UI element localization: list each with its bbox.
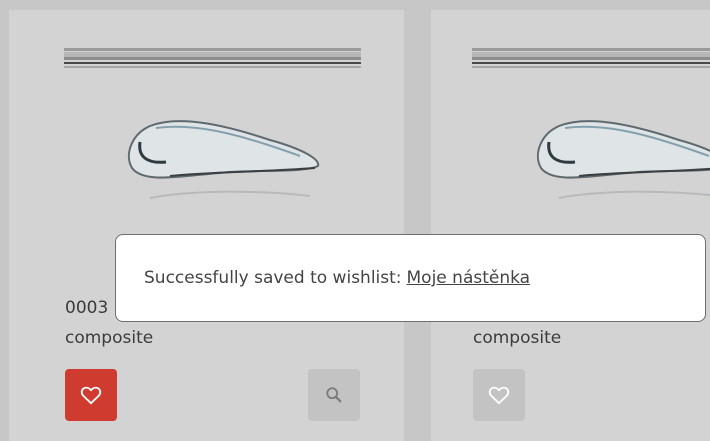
- product-image-glass-drop: [127, 120, 320, 199]
- wishlist-button[interactable]: [65, 369, 117, 421]
- wishlist-link[interactable]: Moje nástěnka: [407, 268, 531, 288]
- heart-icon: [80, 386, 102, 405]
- product-image-rod: [64, 48, 361, 68]
- product-image-rod: [472, 48, 710, 68]
- product-image-glass-drop: [536, 120, 710, 199]
- toast-message: Successfully saved to wishlist:: [144, 268, 402, 288]
- product-material: composite: [473, 328, 562, 348]
- page-overlay: 0003 composite composite Successfully sa…: [0, 0, 710, 441]
- product-card[interactable]: composite: [431, 10, 710, 441]
- product-material: composite: [65, 328, 154, 348]
- product-card[interactable]: 0003 composite: [9, 10, 404, 441]
- search-button[interactable]: [308, 369, 360, 421]
- wishlist-toast: Successfully saved to wishlist: Moje nás…: [115, 234, 706, 322]
- magnifier-icon: [326, 387, 342, 403]
- product-code: 0003: [65, 298, 109, 318]
- heart-icon: [488, 386, 510, 405]
- wishlist-button[interactable]: [473, 369, 525, 421]
